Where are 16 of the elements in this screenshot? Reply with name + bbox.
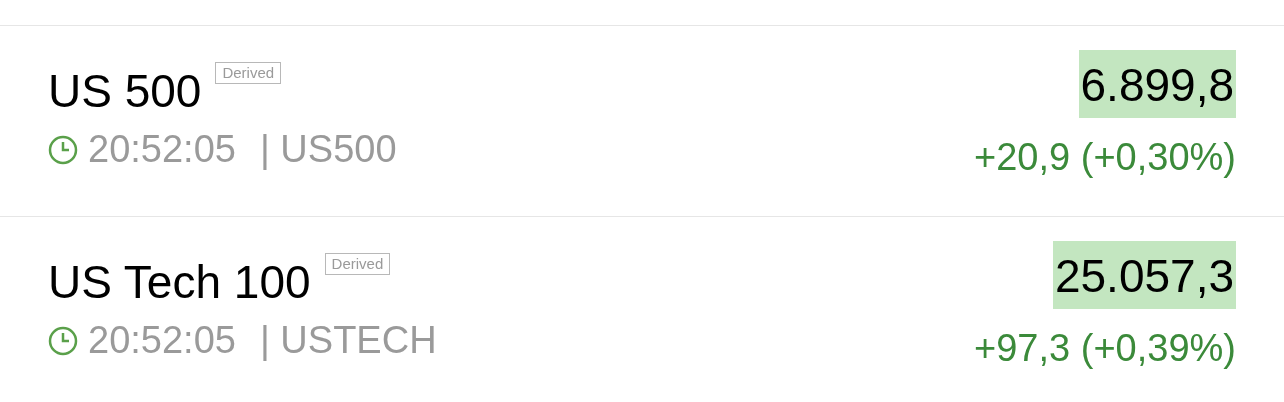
- price-change: +97,3 (+0,39%): [974, 327, 1236, 370]
- instrument-symbol: | US500: [259, 128, 397, 171]
- instrument-symbol: | USTECH: [259, 319, 437, 362]
- price: 6.899,8: [1078, 50, 1236, 118]
- clock-icon: [48, 325, 78, 356]
- instrument-name: US Tech 100: [48, 259, 311, 305]
- quote-time: 20:52:05: [88, 319, 236, 362]
- clock-icon: [48, 134, 78, 165]
- quote-row[interactable]: US 500 Derived 20:52:05 | US500 6.899,8 +20,9 (+0,30%): [0, 25, 1284, 216]
- quote-time: 20:52:05: [88, 128, 236, 171]
- price-change: +20,9 (+0,30%): [974, 136, 1236, 179]
- derived-badge: Derived: [324, 253, 391, 275]
- instrument-name: US 500: [48, 68, 202, 114]
- price: 25.057,3: [1052, 241, 1236, 309]
- quote-row[interactable]: US Tech 100 Derived 20:52:05 | USTECH 25.057,3 +97,3 (+0,39%): [0, 216, 1284, 402]
- derived-badge: Derived: [215, 62, 282, 84]
